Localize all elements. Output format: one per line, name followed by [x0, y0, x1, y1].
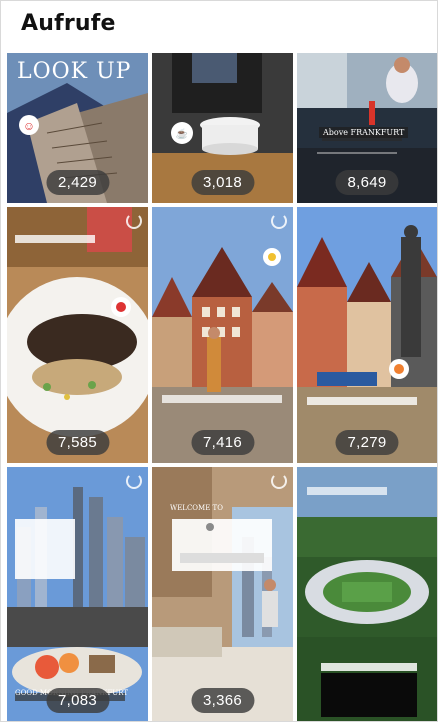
story-tile-3[interactable]: Above FRANKFURT 8,649 [297, 53, 437, 203]
story-grid: ☺ LOOK UP 2,429 ☕ 3,018 Above FRANKFURT … [7, 53, 437, 721]
view-count-badge: 3,018 [190, 170, 255, 195]
view-count-badge: 7,279 [335, 430, 399, 455]
view-count-badge: 3,366 [190, 688, 255, 713]
old-town-houses-image [152, 207, 293, 463]
story-tile-9[interactable] [297, 467, 437, 721]
loading-ring-icon [271, 473, 287, 489]
breakfast-skyline-image [7, 467, 148, 721]
story-tile-7[interactable]: GOOD MORNING FRANKFURT 7,083 [7, 467, 148, 721]
loading-ring-icon [271, 213, 287, 229]
story-overlay-text: WELCOME TO [170, 504, 223, 512]
svg-text:☕: ☕ [176, 127, 188, 140]
story-tile-2[interactable]: ☕ 3,018 [152, 53, 293, 203]
story-tile-6[interactable]: 7,279 [297, 207, 437, 463]
view-count-badge: 7,083 [45, 688, 110, 713]
page-title: Aufrufe [21, 11, 116, 36]
story-tile-1[interactable]: ☺ LOOK UP 2,429 [7, 53, 148, 203]
svg-text:☺: ☺ [23, 119, 35, 133]
view-count-badge: 2,429 [45, 170, 110, 195]
story-tile-4[interactable]: 7,585 [7, 207, 148, 463]
loading-ring-icon [126, 473, 142, 489]
view-count-badge: 7,416 [190, 430, 255, 455]
page-frame: Aufrufe ☺ LOOK UP 2,429 ☕ 3,018 Above FR… [0, 0, 438, 722]
food-plate-image [7, 207, 148, 463]
story-overlay-text: LOOK UP [17, 59, 132, 84]
view-count-badge: 8,649 [335, 170, 399, 195]
story-overlay-text: Above FRANKFURT [319, 127, 409, 138]
loading-ring-icon [126, 213, 142, 229]
story-tile-5[interactable]: 7,416 [152, 207, 293, 463]
view-count-badge: 7,585 [45, 430, 110, 455]
stadium-aerial-image [297, 467, 437, 721]
roemer-square-image [297, 207, 437, 463]
story-tile-8[interactable]: WELCOME TO 3,366 [152, 467, 293, 721]
